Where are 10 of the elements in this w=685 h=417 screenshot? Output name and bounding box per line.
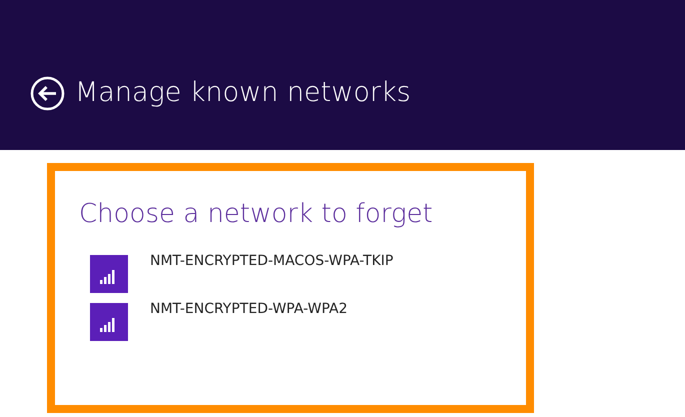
page-title: Manage known networks [75, 76, 411, 110]
network-item[interactable]: NMT-ENCRYPTED-WPA-WPA2 [90, 303, 470, 341]
back-icon [30, 76, 65, 110]
wifi-tile-icon [90, 255, 128, 293]
section-heading: Choose a network to forget [79, 198, 433, 231]
network-item[interactable]: NMT-ENCRYPTED-MACOS-WPA-TKIP [90, 255, 470, 293]
wifi-tile-icon [90, 303, 128, 341]
network-name: NMT-ENCRYPTED-MACOS-WPA-TKIP [150, 252, 394, 270]
back-button[interactable] [30, 76, 65, 110]
network-name: NMT-ENCRYPTED-WPA-WPA2 [150, 300, 348, 318]
